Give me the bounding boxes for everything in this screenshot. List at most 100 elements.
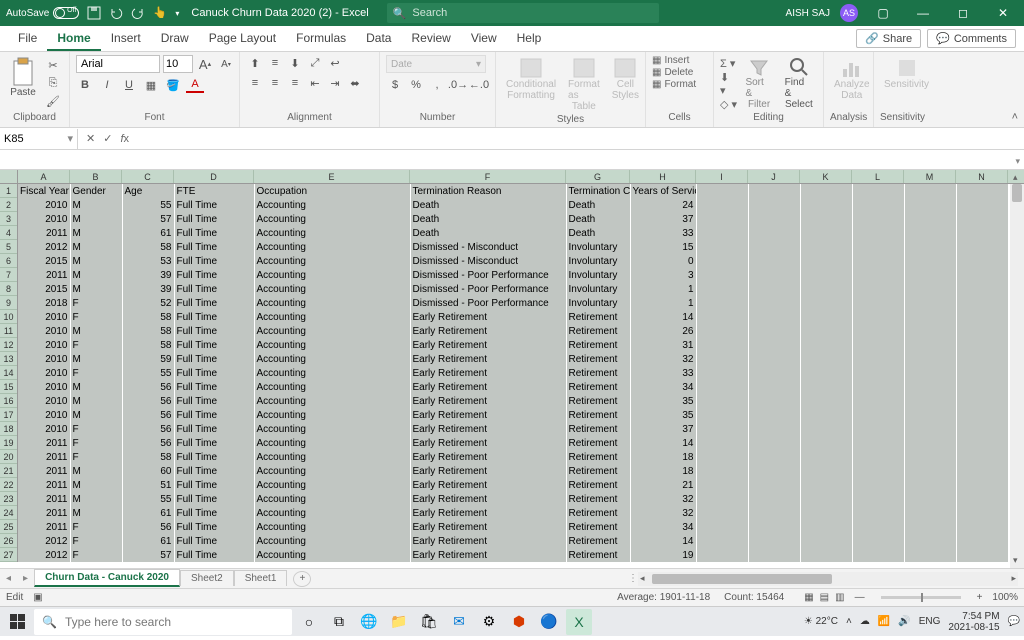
cell[interactable] [800, 282, 852, 296]
cell[interactable] [748, 226, 800, 240]
cell[interactable] [904, 212, 956, 226]
cell[interactable]: Death [566, 212, 630, 226]
cell[interactable]: F [70, 520, 122, 534]
row-header[interactable]: 5 [0, 240, 17, 254]
cell[interactable]: Full Time [174, 450, 254, 464]
table-row[interactable]: 2010M56Full TimeAccountingEarly Retireme… [18, 408, 1008, 422]
column-header[interactable]: B [70, 170, 122, 183]
page-break-view-icon[interactable]: ▥ [835, 592, 844, 603]
cell[interactable] [696, 268, 748, 282]
row-header[interactable]: 13 [0, 352, 17, 366]
row-header[interactable]: 11 [0, 324, 17, 338]
cell[interactable]: Accounting [254, 366, 410, 380]
tab-view[interactable]: View [461, 27, 507, 51]
cell[interactable] [852, 338, 904, 352]
cell[interactable] [696, 478, 748, 492]
scroll-thumb[interactable] [1012, 184, 1022, 202]
row-header[interactable]: 7 [0, 268, 17, 282]
fill-icon[interactable]: ⬇ ▾ [720, 71, 737, 97]
cell[interactable]: 18 [630, 464, 696, 478]
header-cell[interactable] [696, 184, 748, 198]
cell[interactable] [748, 310, 800, 324]
cell[interactable]: Retirement [566, 520, 630, 534]
sheet-nav-next-icon[interactable]: ▸ [17, 573, 34, 584]
cell[interactable] [904, 478, 956, 492]
zoom-out-icon[interactable]: — [855, 592, 865, 603]
cell[interactable]: Accounting [254, 422, 410, 436]
cell[interactable]: 2010 [18, 324, 70, 338]
cell[interactable] [904, 268, 956, 282]
notifications-icon[interactable]: 💬 [1008, 616, 1020, 627]
font-size-select[interactable] [163, 55, 193, 73]
underline-button[interactable]: U [120, 77, 138, 93]
row-header[interactable]: 6 [0, 254, 17, 268]
cell[interactable]: Full Time [174, 282, 254, 296]
header-cell[interactable] [904, 184, 956, 198]
cell[interactable] [800, 366, 852, 380]
row-header[interactable]: 1 [0, 184, 17, 198]
row-header[interactable]: 2 [0, 198, 17, 212]
settings-icon[interactable]: ⚙ [476, 609, 502, 635]
cancel-formula-icon[interactable]: ✕ [86, 132, 95, 145]
number-format-select[interactable]: Date▾ [386, 55, 486, 73]
header-cell[interactable]: Occupation [254, 184, 410, 198]
cell[interactable] [852, 366, 904, 380]
cell[interactable] [696, 310, 748, 324]
cell[interactable]: 2010 [18, 366, 70, 380]
scroll-right-icon[interactable]: ▸ [1011, 573, 1016, 584]
cell[interactable]: Early Retirement [410, 478, 566, 492]
cell[interactable] [904, 296, 956, 310]
format-cells-button[interactable]: ▦Format [652, 79, 696, 90]
autosum-icon[interactable]: Σ ▾ [720, 57, 737, 70]
cell[interactable]: 1 [630, 296, 696, 310]
cell[interactable]: Involuntary [566, 268, 630, 282]
row-header[interactable]: 25 [0, 520, 17, 534]
cell[interactable]: Retirement [566, 436, 630, 450]
cell[interactable]: 58 [122, 338, 174, 352]
cell[interactable]: 2011 [18, 268, 70, 282]
cell[interactable]: Full Time [174, 380, 254, 394]
cell[interactable] [956, 450, 1008, 464]
find-select-button[interactable]: Find &Select [781, 55, 817, 112]
sort-filter-button[interactable]: Sort &Filter [741, 55, 776, 112]
table-row[interactable]: 2011M61Full TimeAccountingDeathDeath33 [18, 226, 1008, 240]
data-table[interactable]: Fiscal YearGenderAgeFTEOccupationTermina… [18, 184, 1009, 562]
wifi-icon[interactable]: 📶 [878, 616, 890, 627]
cell[interactable]: 24 [630, 198, 696, 212]
cell[interactable] [904, 254, 956, 268]
cortana-icon[interactable]: ○ [296, 609, 322, 635]
cell[interactable] [800, 310, 852, 324]
cell[interactable] [748, 436, 800, 450]
cell[interactable]: 53 [122, 254, 174, 268]
cell[interactable] [852, 226, 904, 240]
table-row[interactable]: 2011M55Full TimeAccountingEarly Retireme… [18, 492, 1008, 506]
cell[interactable] [696, 506, 748, 520]
touch-mode-icon[interactable]: 👆 [153, 6, 167, 20]
autosave-toggle[interactable]: AutoSave Off [6, 7, 79, 19]
cell[interactable]: Dismissed - Misconduct [410, 240, 566, 254]
cell[interactable] [696, 352, 748, 366]
cell[interactable] [748, 394, 800, 408]
cell[interactable]: Dismissed - Poor Performance [410, 268, 566, 282]
table-row[interactable]: 2010F58Full TimeAccountingEarly Retireme… [18, 338, 1008, 352]
cell[interactable] [852, 380, 904, 394]
cell[interactable]: Accounting [254, 254, 410, 268]
name-box[interactable]: K85▾ [0, 129, 78, 149]
cell[interactable] [696, 492, 748, 506]
column-header[interactable]: E [254, 170, 410, 183]
cell[interactable] [956, 548, 1008, 562]
tab-insert[interactable]: Insert [101, 27, 151, 51]
cell[interactable] [956, 408, 1008, 422]
cell[interactable] [904, 394, 956, 408]
cell[interactable]: F [70, 548, 122, 562]
cell[interactable] [956, 226, 1008, 240]
cell[interactable] [956, 394, 1008, 408]
border-icon[interactable]: ▦ [142, 77, 160, 93]
cell[interactable]: Full Time [174, 352, 254, 366]
cell[interactable] [904, 520, 956, 534]
cell[interactable] [696, 254, 748, 268]
cell[interactable]: 56 [122, 422, 174, 436]
cell[interactable]: Early Retirement [410, 366, 566, 380]
cell[interactable] [696, 548, 748, 562]
chrome-icon[interactable]: 🔵 [536, 609, 562, 635]
